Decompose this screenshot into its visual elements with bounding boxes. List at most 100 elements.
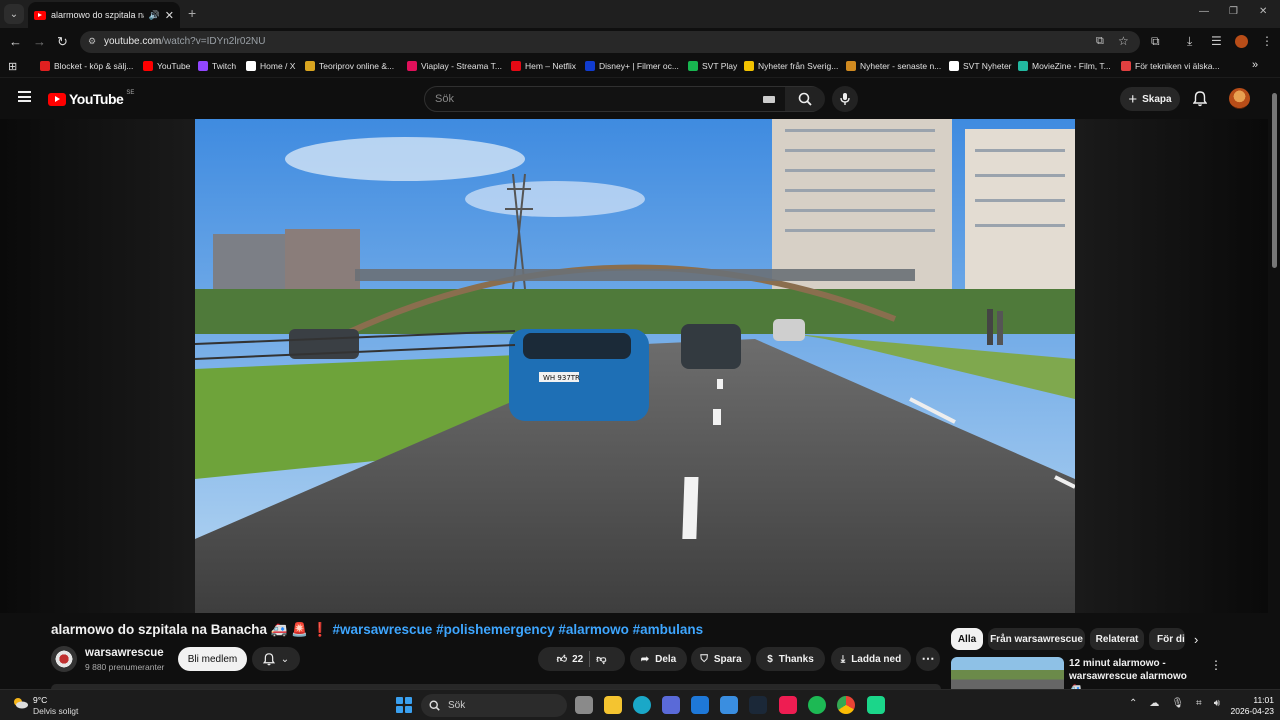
reading-list-icon[interactable]: ☰ (1211, 34, 1222, 48)
steam-icon[interactable] (749, 696, 767, 714)
apps-grid-icon[interactable]: ⊞ (8, 60, 17, 73)
bookmark-item[interactable]: Twitch (198, 61, 236, 71)
save-button[interactable]: ⛉ Spara (691, 647, 751, 671)
install-app-icon[interactable]: ⧉ (1096, 35, 1104, 48)
clock-time[interactable]: 11:01 (1226, 695, 1274, 705)
bookmark-favicon-icon (1018, 61, 1028, 71)
maximize-window-icon[interactable]: ❐ (1229, 6, 1238, 17)
bookmark-label: SVT Play (702, 61, 738, 71)
reload-icon[interactable]: ↻ (57, 34, 68, 50)
partly-sunny-icon[interactable] (12, 697, 28, 709)
bookmark-item[interactable]: Disney+ | Filmer oc... (585, 61, 679, 71)
taskbar-search[interactable]: Sök (421, 694, 567, 717)
weather-condition[interactable]: Delvis soligt (33, 706, 78, 716)
chip-from-channel[interactable]: Från warsawrescue (988, 628, 1085, 650)
voice-search-button[interactable] (832, 86, 858, 112)
extensions-puzzle-icon[interactable]: ⧉ (1151, 34, 1160, 49)
bookmark-label: Disney+ | Filmer oc... (599, 61, 679, 71)
search-input[interactable]: Sök (435, 93, 454, 105)
hamburger-menu-icon[interactable] (18, 91, 31, 102)
file-explorer-icon[interactable] (604, 696, 622, 714)
download-button[interactable]: ⤓ Ladda ned (831, 647, 911, 671)
bookmark-item[interactable]: Nyheter - senaste n... (846, 61, 941, 71)
bookmark-item[interactable]: Blocket - köp & sälj... (40, 61, 133, 71)
task-view-icon[interactable] (575, 696, 593, 714)
tray-overflow-chevron-icon[interactable]: ⌃ (1129, 698, 1137, 709)
bookmark-label: Viaplay - Streama T... (421, 61, 502, 71)
close-window-icon[interactable]: ✕ (1259, 6, 1267, 17)
browser-tab-active[interactable]: alarmowo do szpitala na Ba 🔊 ✕ (28, 2, 180, 28)
video-player[interactable]: WH 937TR (195, 119, 1075, 613)
chip-for-you[interactable]: För dig (1149, 628, 1185, 650)
profile-avatar-icon[interactable] (1235, 35, 1248, 48)
bookmark-item[interactable]: Hem – Netflix (511, 61, 576, 71)
network-icon[interactable]: ⌗ (1196, 698, 1202, 709)
like-button[interactable]: 👍︎ 22 (557, 653, 584, 666)
back-arrow-icon[interactable]: ← (9, 34, 22, 49)
bookmark-item[interactable]: SVT Play (688, 61, 737, 71)
bookmark-star-icon[interactable]: ☆ (1118, 34, 1129, 48)
bookmark-item[interactable]: Teoriprov online &... (305, 61, 394, 71)
address-bar[interactable]: ⚙ youtube.com/watch?v=IDYn2lr02NU ⧉ ☆ (80, 31, 1140, 53)
chat-app-icon[interactable] (867, 696, 885, 714)
audio-playing-icon[interactable]: 🔊 (149, 10, 160, 21)
bookmark-item[interactable]: SVT Nyheter (949, 61, 1012, 71)
site-info-icon[interactable]: ⚙ (88, 36, 96, 47)
notifications-bell-icon[interactable] (1192, 91, 1208, 112)
channel-name[interactable]: warsawrescue (85, 647, 164, 659)
country-code: SE (126, 90, 135, 96)
recommended-more-icon[interactable]: ⋮ (1210, 658, 1222, 672)
minimize-window-icon[interactable]: — (1199, 6, 1209, 17)
forward-arrow-icon[interactable]: → (33, 34, 46, 49)
create-button[interactable]: + Skapa (1120, 87, 1180, 111)
spotify-icon[interactable] (808, 696, 826, 714)
bookmark-item[interactable]: För tekniken vi älska... (1121, 61, 1220, 71)
tab-title: alarmowo do szpitala na Ba (51, 10, 144, 20)
tiktok-icon[interactable] (779, 696, 797, 714)
tab-close-icon[interactable]: ✕ (165, 9, 174, 22)
chrome-icon[interactable] (837, 696, 855, 714)
menu-kebab-icon[interactable]: ⋮ (1261, 34, 1273, 48)
more-bookmarks-chevron-icon[interactable]: » (1252, 59, 1258, 71)
new-tab-plus-icon[interactable]: + (188, 5, 196, 21)
thanks-button[interactable]: $ Thanks (756, 647, 825, 671)
video-hashtags[interactable]: #warsawrescue #polishemergency #alarmowo… (333, 622, 704, 637)
dislike-button[interactable]: 👎︎ (596, 653, 606, 665)
thumbs-down-icon: 👎︎ (596, 654, 607, 665)
microsoft-store-icon[interactable] (662, 696, 680, 714)
youtube-logo[interactable]: YouTube SE (48, 90, 135, 107)
bookmark-item[interactable]: Viaplay - Streama T... (407, 61, 502, 71)
outlook-icon[interactable] (691, 696, 709, 714)
recommended-video-thumbnail[interactable] (951, 657, 1064, 689)
account-avatar[interactable] (1229, 88, 1250, 109)
channel-avatar[interactable] (51, 646, 77, 672)
join-button[interactable]: Bli medlem (178, 647, 247, 671)
page-scrollbar[interactable] (1268, 79, 1280, 689)
downloads-icon[interactable]: ⤓ (1187, 34, 1192, 49)
scrollbar-thumb[interactable] (1272, 93, 1277, 268)
subscription-notifications-button[interactable]: ⌄ (252, 647, 300, 671)
bookmark-item[interactable]: Nyheter från Sverig... (744, 61, 838, 71)
cloud-sync-icon[interactable]: ☁ (1149, 698, 1159, 709)
clock-date[interactable]: 2026-04-23 (1212, 706, 1274, 716)
bookmark-item[interactable]: MovieZine - Film, T... (1018, 61, 1111, 71)
tab-list-button[interactable]: ⌄ (4, 4, 24, 24)
share-button[interactable]: ➦ Dela (630, 647, 687, 671)
bookmark-label: Twitch (212, 61, 237, 71)
notepad-icon[interactable] (720, 696, 738, 714)
weather-temperature[interactable]: 9°C (33, 695, 47, 705)
windows-start-icon[interactable] (396, 697, 412, 713)
bookmark-item[interactable]: YouTube (143, 61, 190, 71)
microphone-icon (840, 93, 850, 105)
microphone-tray-icon[interactable]: 🎙︎ (1171, 698, 1184, 709)
search-box[interactable]: Sök (424, 86, 825, 112)
chip-related[interactable]: Relaterat (1090, 628, 1144, 650)
taskbar-search-label: Sök (448, 700, 466, 711)
search-button[interactable] (785, 87, 825, 111)
bookmark-item[interactable]: Home / X (246, 61, 295, 71)
edge-browser-icon[interactable] (633, 696, 651, 714)
more-actions-button[interactable]: ⋯ (916, 647, 940, 671)
keyboard-icon[interactable] (763, 96, 775, 103)
chip-all[interactable]: Alla (951, 628, 983, 650)
chips-next-chevron-icon[interactable]: › (1194, 632, 1198, 647)
